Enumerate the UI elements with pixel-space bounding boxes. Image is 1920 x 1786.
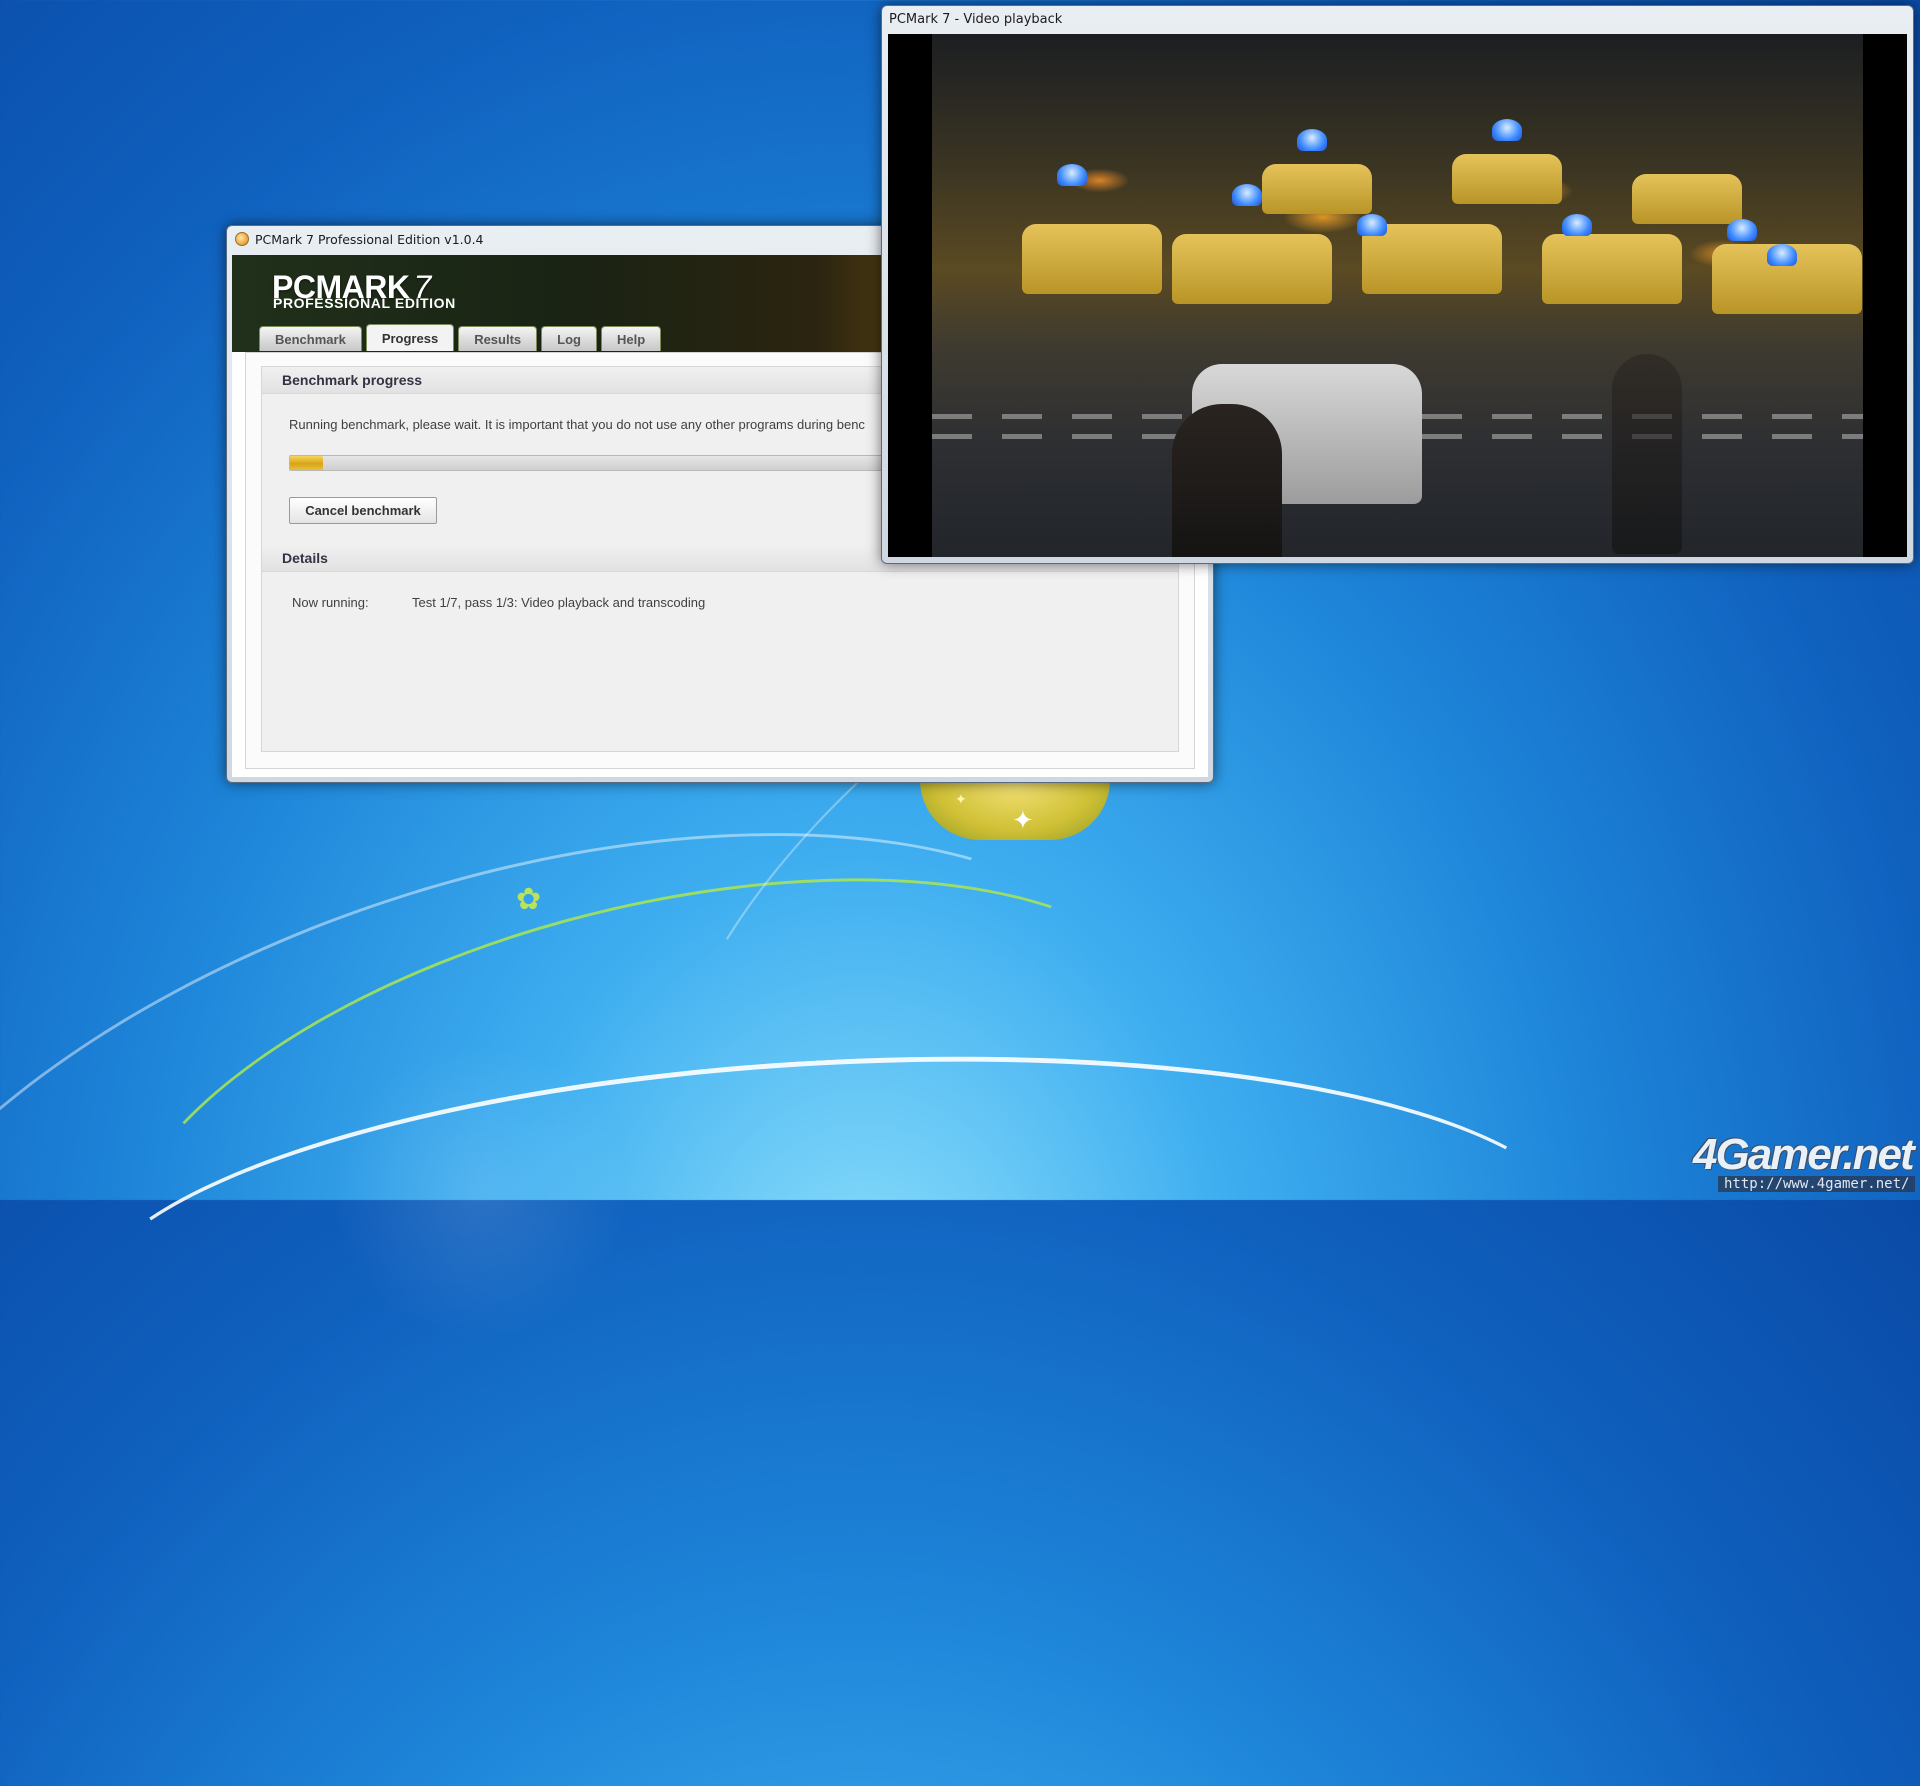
taxi-image	[1262, 164, 1372, 214]
video-area	[888, 34, 1907, 557]
now-running-value: Test 1/7, pass 1/3: Video playback and t…	[412, 595, 706, 610]
edition-label: PROFESSIONAL EDITION	[273, 295, 456, 311]
leaf-icon: ✿	[516, 882, 542, 917]
taxi-image	[1452, 154, 1562, 204]
taxi-light-image	[1357, 214, 1387, 236]
tab-progress[interactable]: Progress	[365, 324, 455, 351]
sparkle-icon: ✦	[955, 792, 967, 808]
taxi-image	[1542, 234, 1682, 304]
taxi-image	[1022, 224, 1162, 294]
watermark-logo: 4Gamer.net	[1693, 1130, 1915, 1179]
taxi-light-image	[1057, 164, 1087, 186]
pcmark-app-icon[interactable]	[235, 232, 249, 246]
taxi-light-image	[1297, 129, 1327, 151]
taxi-image	[1632, 174, 1742, 224]
tab-benchmark[interactable]: Benchmark	[259, 326, 362, 351]
sparkle-icon: ✦	[1012, 806, 1034, 836]
tab-bar: Benchmark Progress Results Log Help	[259, 324, 662, 351]
taxi-light-image	[1767, 244, 1797, 266]
pedestrian-image	[1172, 404, 1282, 557]
taxi-image	[1172, 234, 1332, 304]
watermark-url: http://www.4gamer.net/	[1718, 1176, 1916, 1192]
pedestrian-image	[1612, 354, 1682, 554]
window-title: PCMark 7 Professional Edition v1.0.4	[255, 231, 484, 247]
tab-help[interactable]: Help	[600, 326, 662, 351]
video-playback-window[interactable]: PCMark 7 - Video playback	[881, 5, 1914, 564]
tab-results[interactable]: Results	[458, 326, 538, 351]
video-frame	[932, 34, 1863, 557]
taxi-light-image	[1727, 219, 1757, 241]
progress-fill	[290, 456, 324, 470]
taxi-light-image	[1492, 119, 1522, 141]
status-message: Running benchmark, please wait. It is im…	[289, 417, 865, 432]
taxi-light-image	[1232, 184, 1262, 206]
video-titlebar[interactable]: PCMark 7 - Video playback	[882, 6, 1913, 32]
tab-log[interactable]: Log	[541, 326, 597, 351]
taxi-light-image	[1562, 214, 1592, 236]
window-title: PCMark 7 - Video playback	[889, 11, 1063, 27]
cancel-benchmark-button[interactable]: Cancel benchmark	[289, 497, 437, 524]
now-running-label: Now running:	[292, 595, 369, 610]
